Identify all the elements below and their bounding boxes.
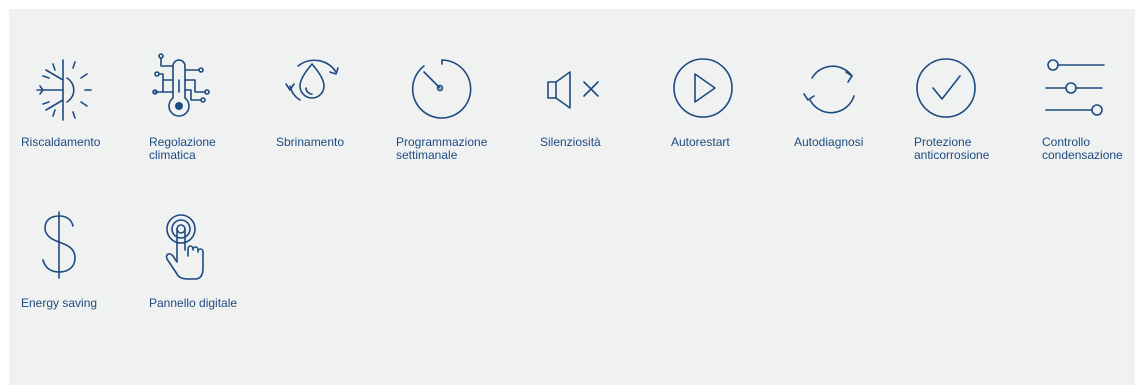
- defrost-droplet-cycle-icon: [285, 59, 339, 101]
- feature-label: Pannello digitale: [149, 296, 238, 310]
- weekly-timer-icon: [411, 59, 472, 119]
- feature-label: Silenziosità: [540, 135, 601, 149]
- touch-finger-icon: [165, 214, 204, 280]
- feature-label: Autorestart: [671, 135, 730, 149]
- sliders-icon: [1045, 59, 1105, 116]
- dollar-sign-icon: [42, 211, 76, 279]
- refresh-arrows-icon: [803, 65, 855, 114]
- feature-label: Autodiagnosi: [794, 135, 864, 149]
- checkmark-circle-icon: [916, 58, 976, 118]
- feature-label: Sbrinamento: [276, 135, 345, 149]
- feature-label: Programmazione settimanale: [396, 135, 488, 162]
- speaker-muted-icon: [547, 71, 599, 109]
- feature-label: Protezione anticorrosione: [914, 135, 990, 162]
- feature-label: Energy saving: [21, 296, 98, 310]
- feature-label: Controllo condensazione: [1042, 135, 1123, 162]
- play-circle-icon: [673, 58, 733, 118]
